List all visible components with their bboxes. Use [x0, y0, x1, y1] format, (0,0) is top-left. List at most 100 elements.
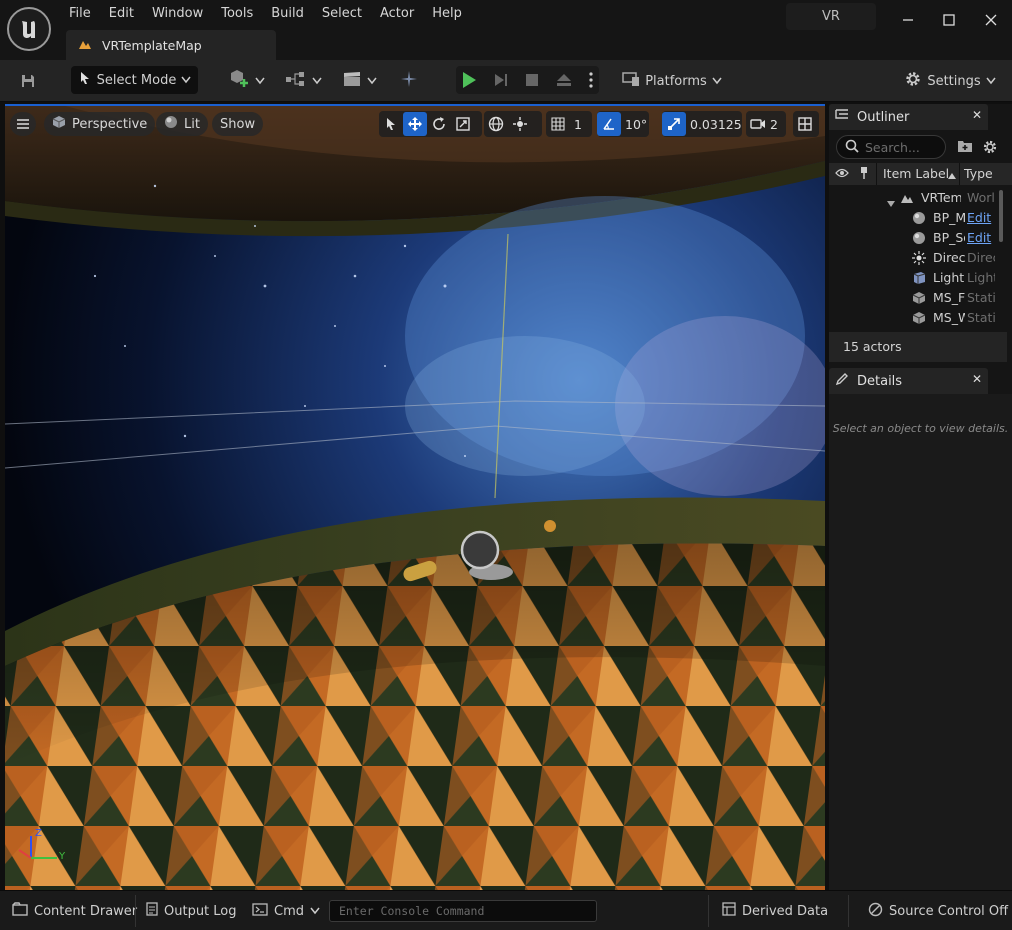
- level-viewport[interactable]: Y Z Perspective Lit Show 1 10° 0.03125 2: [5, 104, 825, 890]
- step-forward-icon[interactable]: [487, 72, 514, 88]
- maximize-icon[interactable]: [939, 10, 959, 30]
- actor-count: 15 actors: [829, 332, 1007, 362]
- add-actor-button[interactable]: [226, 68, 266, 94]
- menu-help[interactable]: Help: [423, 3, 471, 25]
- play-icon[interactable]: [456, 71, 483, 89]
- viewport-menu-icon[interactable]: [10, 112, 36, 136]
- source-control-off-icon: [868, 902, 883, 921]
- settings-dropdown[interactable]: Settings: [903, 67, 997, 95]
- view-mode-dropdown[interactable]: Lit: [156, 112, 208, 136]
- lit-sphere-icon: [164, 115, 178, 133]
- terminal-icon: [252, 902, 268, 920]
- blueprint-icon: [285, 71, 307, 91]
- level-document-tab[interactable]: VRTemplateMap: [66, 30, 276, 60]
- outliner-settings-gear-icon[interactable]: [982, 139, 998, 159]
- close-icon[interactable]: [981, 10, 1001, 30]
- select-mode-dropdown[interactable]: Select Mode: [71, 66, 198, 94]
- select-tool-icon[interactable]: [379, 112, 403, 136]
- outliner-row-type: StaticMeshActor: [967, 310, 995, 325]
- platforms-label: Platforms: [645, 73, 707, 89]
- add-folder-icon[interactable]: [957, 139, 973, 157]
- more-options-icon[interactable]: [582, 72, 599, 88]
- clapperboard-icon: [342, 71, 362, 91]
- menu-select[interactable]: Select: [313, 3, 371, 25]
- pin-icon[interactable]: [859, 166, 869, 184]
- grid-snap-control[interactable]: 1: [546, 111, 592, 137]
- outliner-row-world[interactable]: VRTemplateMap World: [829, 188, 999, 208]
- close-details-icon[interactable]: ✕: [972, 372, 982, 386]
- console-command-input[interactable]: Enter Console Command: [329, 900, 597, 922]
- details-body: Select an object to view details.: [829, 394, 1012, 890]
- layout-button[interactable]: [793, 111, 819, 137]
- blueprint-actor-icon: [911, 210, 927, 226]
- menu-build[interactable]: Build: [262, 3, 313, 25]
- stop-icon[interactable]: [519, 73, 546, 87]
- project-name: VR: [786, 3, 876, 30]
- play-controls: [456, 66, 599, 94]
- world-globe-icon[interactable]: [484, 112, 508, 136]
- output-log-button[interactable]: Output Log: [146, 899, 237, 923]
- translate-tool-icon[interactable]: [403, 112, 427, 136]
- menu-window[interactable]: Window: [143, 3, 212, 25]
- outliner-row-type: DirectionalLight: [967, 250, 995, 265]
- gear-icon: [904, 70, 922, 92]
- platforms-dropdown[interactable]: Platforms: [622, 67, 722, 95]
- outliner-search-input[interactable]: Search...: [836, 135, 946, 159]
- rotation-snap-control[interactable]: 10°: [597, 111, 649, 137]
- outliner-row-actor[interactable]: BP_MotionControllerPawn Edit: [829, 208, 999, 228]
- details-tab[interactable]: Details ✕: [829, 368, 988, 394]
- visibility-eye-icon[interactable]: [835, 167, 849, 183]
- minimize-icon[interactable]: [898, 10, 918, 30]
- outliner-row-label: VRTemplateMap: [921, 190, 961, 205]
- cinematics-button[interactable]: [339, 68, 379, 94]
- show-label: Show: [220, 116, 256, 132]
- edit-blueprint-link[interactable]: Edit: [967, 230, 995, 245]
- rotation-snap-icon: [597, 112, 621, 136]
- camera-speed-control[interactable]: 2: [746, 111, 786, 137]
- chevron-down-icon: [181, 73, 191, 88]
- modes-button[interactable]: [396, 68, 422, 94]
- surface-snapping-icon[interactable]: [508, 112, 532, 136]
- level-tab-label: VRTemplateMap: [102, 37, 202, 53]
- show-dropdown[interactable]: Show: [212, 112, 264, 136]
- unreal-logo-icon[interactable]: [7, 7, 51, 51]
- outliner-row-label: MS_Wall: [933, 310, 965, 325]
- axis-z-label: Z: [35, 828, 42, 839]
- world-icon: [899, 190, 915, 206]
- outliner-row-actor[interactable]: Lightmass LightmassImportanceVolume: [829, 268, 999, 288]
- scale-snap-value: 0.03125: [690, 116, 742, 132]
- scale-tool-icon[interactable]: [451, 112, 475, 136]
- edit-blueprint-link[interactable]: Edit: [967, 210, 995, 225]
- lightmass-volume-icon: [911, 270, 927, 286]
- outliner-tab[interactable]: Outliner ✕: [829, 104, 988, 130]
- outliner-scrollbar[interactable]: [999, 190, 1003, 242]
- title-bar: File Edit Window Tools Build Select Acto…: [0, 0, 1012, 60]
- eject-icon[interactable]: [550, 73, 577, 87]
- menu-file[interactable]: File: [60, 3, 100, 25]
- rotate-tool-icon[interactable]: [427, 112, 451, 136]
- scale-snap-control[interactable]: 0.03125: [662, 111, 742, 137]
- perspective-dropdown[interactable]: Perspective: [44, 112, 156, 136]
- chevron-down-icon: [366, 74, 377, 89]
- static-mesh-icon: [911, 310, 927, 326]
- type-column[interactable]: Type: [964, 166, 993, 181]
- derived-data-button[interactable]: Derived Data: [722, 899, 828, 923]
- menu-actor[interactable]: Actor: [371, 3, 423, 25]
- grid-size-value: 1: [574, 116, 582, 132]
- content-drawer-button[interactable]: Content Drawer: [12, 899, 137, 923]
- camera-icon: [746, 112, 770, 136]
- blueprints-button[interactable]: [283, 68, 323, 94]
- outliner-row-actor[interactable]: BP_SomeActor Edit: [829, 228, 999, 248]
- menu-edit[interactable]: Edit: [100, 3, 143, 25]
- item-label-column[interactable]: Item Label: [883, 166, 949, 181]
- close-outliner-icon[interactable]: ✕: [972, 108, 982, 122]
- menu-tools[interactable]: Tools: [212, 3, 262, 25]
- source-control-button[interactable]: Source Control Off: [868, 899, 1008, 923]
- outliner-row-actor[interactable]: MS_Wall StaticMeshActor: [829, 308, 999, 328]
- save-icon[interactable]: [16, 70, 40, 92]
- outliner-row-actor[interactable]: DirectionalLight DirectionalLight: [829, 248, 999, 268]
- cmd-dropdown[interactable]: Cmd: [252, 899, 320, 923]
- derived-data-label: Derived Data: [742, 903, 829, 919]
- lit-label: Lit: [184, 116, 200, 132]
- outliner-row-actor[interactable]: MS_Floor StaticMeshActor: [829, 288, 999, 308]
